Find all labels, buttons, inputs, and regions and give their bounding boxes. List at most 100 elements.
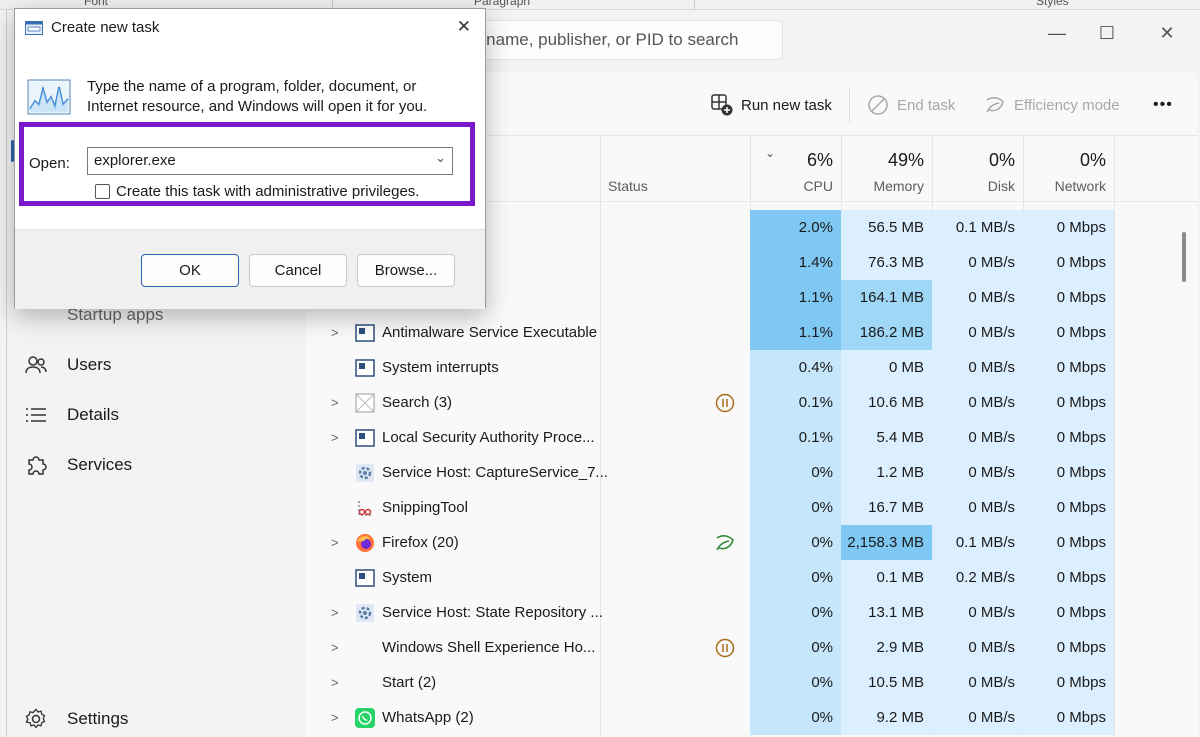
ok-button[interactable]: OK: [141, 254, 239, 287]
memory-value: 13.1 MB: [841, 595, 932, 630]
process-name: Windows Shell Experience Ho...: [382, 639, 596, 656]
disk-value: 0 MB/s: [932, 385, 1023, 420]
chevron-right-icon[interactable]: >: [331, 385, 339, 420]
column-header-disk[interactable]: 0% Disk: [932, 136, 1023, 202]
minimize-button[interactable]: —: [1037, 16, 1077, 50]
network-value: 0 Mbps: [1023, 700, 1114, 735]
column-header-status[interactable]: Status: [608, 178, 648, 194]
vertical-scrollbar[interactable]: [1182, 232, 1186, 282]
list-icon: [25, 404, 47, 426]
efficiency-mode-button[interactable]: Efficiency mode: [984, 92, 1120, 118]
column-header-memory[interactable]: 49% Memory: [841, 136, 932, 202]
network-value: 0 Mbps: [1023, 665, 1114, 700]
memory-value: 9.2 MB: [841, 700, 932, 735]
disk-value: 0 MB/s: [932, 420, 1023, 455]
table-row[interactable]: > Windows Shell Experience Ho... 0% 2.9 MB 0…: [307, 630, 1197, 665]
search-input[interactable]: [470, 29, 770, 51]
table-row[interactable]: > WhatsApp (2) 0% 9.2 MB 0 MB/s 0 Mbps: [307, 700, 1197, 735]
chevron-right-icon[interactable]: >: [331, 700, 339, 735]
table-row[interactable]: > Firefox (20) 0% 2,158.3 MB 0.1 MB/s 0 Mbps: [307, 525, 1197, 560]
disk-value: 0 MB/s: [932, 700, 1023, 735]
firefox-icon: [355, 533, 375, 553]
browse-button[interactable]: Browse...: [357, 254, 455, 287]
disk-label: Disk: [987, 178, 1015, 194]
network-value: 0 Mbps: [1023, 525, 1114, 560]
gear-service-icon: [355, 463, 375, 483]
search-app-icon: [355, 393, 375, 413]
disk-value: 0.1 MB/s: [932, 525, 1023, 560]
column-header-network[interactable]: 0% Network: [1023, 136, 1114, 202]
run-new-task-label: Run new task: [741, 96, 832, 114]
memory-value: 16.7 MB: [841, 490, 932, 525]
cpu-value: 0.4%: [750, 350, 841, 385]
disk-value: 0 MB/s: [932, 595, 1023, 630]
snipping-tool-icon: [355, 498, 375, 518]
cancel-button[interactable]: Cancel: [249, 254, 347, 287]
chevron-right-icon[interactable]: >: [331, 595, 339, 630]
table-row[interactable]: > Search (3) 0.1% 10.6 MB 0 MB/s 0 Mbps: [307, 385, 1197, 420]
table-row[interactable]: > Local Security Authority Proce... 0.1% 5.…: [307, 420, 1197, 455]
table-row[interactable]: > Antimalware Service Executable 1.1% 186.2…: [307, 315, 1197, 350]
table-row[interactable]: System interrupts 0.4% 0 MB 0 MB/s 0 Mbps: [307, 350, 1197, 385]
table-row[interactable]: > Service Host: State Repository ... 0% 13.…: [307, 595, 1197, 630]
search-box[interactable]: [455, 20, 783, 60]
chevron-right-icon[interactable]: >: [331, 630, 339, 665]
table-row[interactable]: System 0% 0.1 MB 0.2 MB/s 0 Mbps: [307, 560, 1197, 595]
table-row[interactable]: > Start (2) 0% 10.5 MB 0 MB/s 0 Mbps: [307, 665, 1197, 700]
sidebar-item-users[interactable]: Users: [25, 350, 111, 380]
chevron-right-icon[interactable]: >: [331, 665, 339, 700]
process-name: WhatsApp (2): [382, 709, 474, 726]
puzzle-icon: [25, 454, 47, 476]
chevron-right-icon[interactable]: >: [331, 420, 339, 455]
maximize-button[interactable]: ☐: [1087, 16, 1127, 50]
dialog-footer: OK Cancel Browse...: [15, 229, 485, 309]
cpu-value: 0%: [750, 630, 841, 665]
chevron-right-icon[interactable]: >: [331, 525, 339, 560]
app-window-icon: [355, 568, 375, 588]
performance-graph-icon: [27, 79, 71, 119]
chevron-right-icon[interactable]: >: [331, 315, 339, 350]
more-options-button[interactable]: •••: [1153, 92, 1173, 118]
disk-value: 0 MB/s: [932, 280, 1023, 315]
sidebar-item-services[interactable]: Services: [25, 450, 132, 480]
table-row[interactable]: Service Host: CaptureService_7... 0% 1.2 M…: [307, 455, 1197, 490]
network-value: 0 Mbps: [1023, 630, 1114, 665]
run-new-task-button[interactable]: Run new task: [711, 92, 832, 118]
ribbon-font-label: Font: [84, 0, 109, 8]
pause-status-icon: [715, 393, 735, 413]
process-name: Search (3): [382, 394, 453, 411]
sidebar-item-details[interactable]: Details: [25, 400, 119, 430]
users-icon: [25, 354, 47, 376]
sidebar-item-settings[interactable]: Settings: [25, 704, 128, 734]
end-task-button[interactable]: End task: [867, 92, 955, 118]
process-name: Start (2): [382, 674, 437, 691]
column-header-cpu[interactable]: 6% CPU: [750, 136, 841, 202]
end-task-label: End task: [897, 96, 956, 114]
close-button[interactable]: ✕: [1147, 16, 1187, 50]
disk-value: 0 MB/s: [932, 350, 1023, 385]
sidebar-item-label: Details: [67, 405, 119, 424]
memory-value: 2,158.3 MB: [841, 525, 932, 560]
memory-value: 164.1 MB: [841, 280, 932, 315]
network-value: 0 Mbps: [1023, 315, 1114, 350]
disk-value: 0 MB/s: [932, 245, 1023, 280]
network-value: 0 Mbps: [1023, 455, 1114, 490]
memory-label: Memory: [873, 178, 924, 194]
cpu-value: 1.1%: [750, 315, 841, 350]
memory-value: 76.3 MB: [841, 245, 932, 280]
pause-status-icon: [715, 638, 735, 658]
process-name: Antimalware Service Executable: [382, 324, 598, 341]
sidebar-item-label: Settings: [67, 709, 129, 728]
efficiency-mode-label: Efficiency mode: [1014, 96, 1120, 114]
dialog-description: Type the name of a program, folder, docu…: [87, 78, 428, 115]
app-window-icon: [355, 428, 375, 448]
process-name: System: [382, 569, 433, 586]
ribbon-paragraph-label: Paragraph: [474, 0, 531, 8]
table-row[interactable]: SnippingTool 0% 16.7 MB 0 MB/s 0 Mbps: [307, 490, 1197, 525]
disk-value: 0.2 MB/s: [932, 560, 1023, 595]
disk-value: 0 MB/s: [932, 315, 1023, 350]
dialog-close-button[interactable]: ✕: [457, 17, 471, 37]
cpu-total: 6%: [806, 150, 833, 170]
memory-value: 10.5 MB: [841, 665, 932, 700]
cpu-value: 0%: [750, 455, 841, 490]
